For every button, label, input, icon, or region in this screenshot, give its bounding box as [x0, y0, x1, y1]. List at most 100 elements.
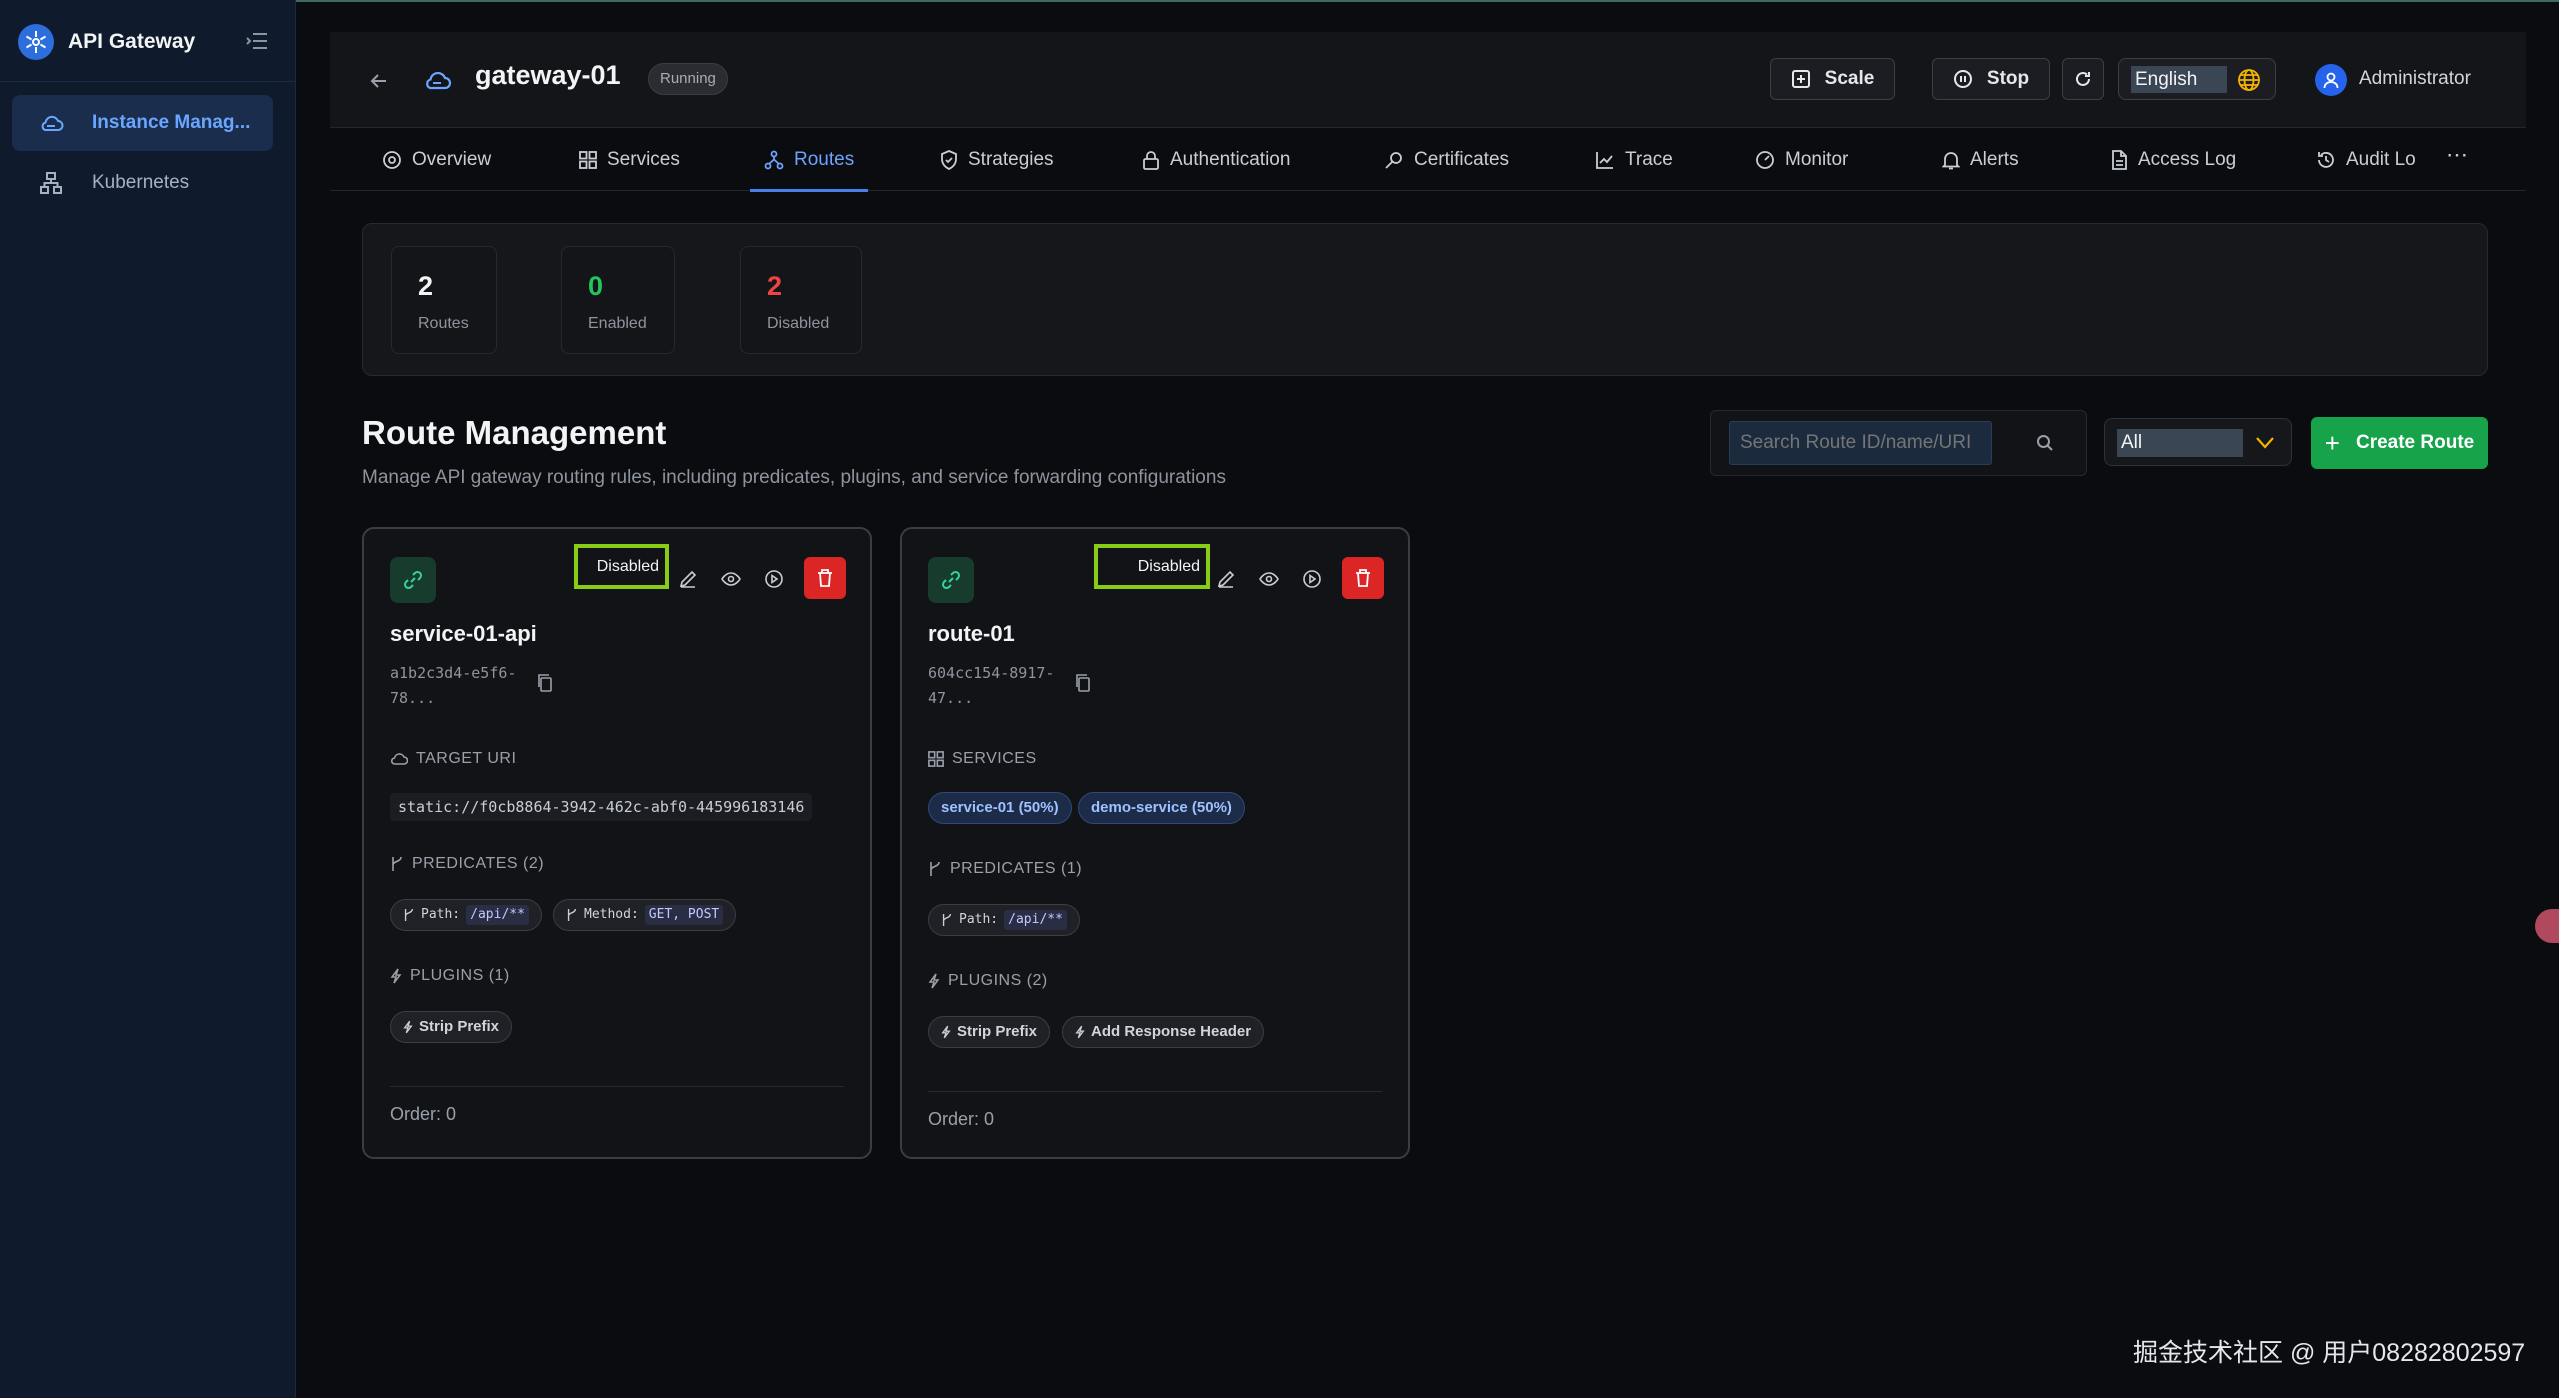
- tab-alerts[interactable]: Alerts: [1942, 128, 2019, 191]
- tab-routes[interactable]: Routes: [749, 128, 869, 192]
- create-route-button[interactable]: + Create Route: [2311, 417, 2488, 469]
- service-chip: demo-service (50%): [1078, 792, 1245, 824]
- refresh-button[interactable]: [2062, 58, 2104, 100]
- tab-access-log[interactable]: Access Log: [2110, 128, 2236, 191]
- status-badge: Running: [648, 63, 728, 95]
- route-link-icon: [928, 557, 974, 603]
- stat-enabled: 0 Enabled: [561, 246, 675, 354]
- play-icon[interactable]: [1302, 569, 1324, 591]
- copy-icon[interactable]: [536, 673, 556, 693]
- edit-icon[interactable]: [678, 569, 700, 591]
- stop-label: Stop: [1986, 68, 2030, 89]
- search-input[interactable]: [1729, 421, 1992, 465]
- predicate-key: Path:: [959, 912, 999, 927]
- sidebar-item-label: Kubernetes: [92, 172, 190, 193]
- branch-icon: [942, 913, 952, 926]
- tab-strategies[interactable]: Strategies: [940, 128, 1054, 191]
- branch-icon: [567, 908, 577, 921]
- tab-trace[interactable]: Trace: [1595, 128, 1673, 191]
- card-divider: [390, 1086, 844, 1087]
- sidebar: API Gateway Instance Manag... Kubernetes: [0, 0, 296, 1398]
- edit-icon[interactable]: [1216, 569, 1238, 591]
- tab-audit-log[interactable]: Audit Log: [2316, 128, 2416, 191]
- target-uri-value: static://f0cb8864-3942-462c-abf0-4459961…: [390, 793, 813, 821]
- predicate-key: Path:: [421, 907, 461, 922]
- search-box: [1710, 410, 2087, 476]
- page-description: Manage API gateway routing rules, includ…: [362, 467, 1226, 488]
- cloud-icon: [390, 753, 408, 765]
- play-icon[interactable]: [764, 569, 786, 591]
- predicate-chip: Path: /api/**: [390, 899, 542, 931]
- plugins-heading: PLUGINS (2): [928, 972, 1048, 990]
- sidebar-item-label: Instance Manag...: [92, 112, 251, 133]
- predicates-heading: PREDICATES (1): [928, 860, 1082, 878]
- pause-icon: [1953, 70, 1972, 88]
- globe-icon: [2237, 68, 2261, 92]
- view-eye-icon[interactable]: [721, 569, 743, 591]
- section-title: PREDICATES (2): [412, 855, 545, 872]
- plugin-chip: Add Response Header: [1062, 1016, 1265, 1048]
- brand[interactable]: API Gateway: [18, 22, 195, 62]
- scale-label: Scale: [1824, 68, 1875, 89]
- sidebar-item-kubernetes[interactable]: Kubernetes: [12, 155, 273, 211]
- language-selector[interactable]: English: [2118, 58, 2276, 100]
- predicate-value: GET, POST: [644, 905, 724, 925]
- plus-icon: +: [2324, 427, 2340, 458]
- route-name: service-01-api: [390, 621, 537, 646]
- scale-icon: [1791, 70, 1810, 88]
- stop-button[interactable]: Stop: [1932, 58, 2050, 100]
- route-id-line: 78...: [390, 689, 436, 707]
- delete-button[interactable]: [1342, 557, 1384, 599]
- plugin-label: Add Response Header: [1091, 1023, 1252, 1040]
- status-filter-select[interactable]: All: [2104, 418, 2292, 466]
- status-highlight-box: Disabled: [1094, 544, 1210, 589]
- sidebar-collapse-icon[interactable]: [244, 28, 270, 54]
- stats-panel: 2 Routes 0 Enabled 2 Disabled: [362, 223, 2488, 376]
- status-badge: Disabled: [596, 558, 659, 575]
- stat-value: 2: [418, 271, 434, 301]
- target-uri-heading: TARGET URI: [390, 750, 516, 768]
- route-card: Disabled route-01 604cc154-8917- 47... S…: [900, 527, 1410, 1159]
- tab-authentication[interactable]: Authentication: [1142, 128, 1290, 191]
- trash-icon: [818, 569, 832, 587]
- view-eye-icon[interactable]: [1259, 569, 1281, 591]
- lightning-icon: [941, 1025, 951, 1039]
- route-id: 604cc154-8917- 47...: [928, 661, 1068, 711]
- user-name[interactable]: Administrator: [2359, 68, 2471, 90]
- route-card: Disabled service-01-api a1b2c3d4-e5f6- 7…: [362, 527, 872, 1159]
- section-title: TARGET URI: [416, 750, 517, 767]
- route-icon: [764, 150, 784, 169]
- tab-label: Alerts: [1970, 148, 2019, 170]
- branch-icon: [930, 861, 940, 876]
- gauge-icon: [1756, 150, 1774, 169]
- tab-overview[interactable]: Overview: [382, 128, 491, 191]
- avatar[interactable]: [2315, 64, 2347, 96]
- route-id-line: 604cc154-8917-: [928, 664, 1055, 682]
- route-name: route-01: [928, 621, 1015, 646]
- predicate-chip: Method: GET, POST: [553, 899, 737, 931]
- stat-disabled: 2 Disabled: [740, 246, 862, 354]
- tab-monitor[interactable]: Monitor: [1755, 128, 1848, 191]
- shield-icon: [941, 149, 957, 170]
- app-title: API Gateway: [68, 30, 196, 53]
- delete-button[interactable]: [804, 557, 846, 599]
- floating-assistant-tab[interactable]: [2535, 909, 2559, 943]
- bell-icon: [1942, 151, 1960, 169]
- file-icon: [2112, 149, 2127, 170]
- back-arrow-icon[interactable]: [366, 68, 392, 94]
- more-tabs-icon[interactable]: ⋯: [2446, 144, 2472, 168]
- sidebar-item-instance-management[interactable]: Instance Manag...: [12, 95, 273, 151]
- copy-icon[interactable]: [1074, 673, 1094, 693]
- tab-label: Strategies: [968, 148, 1054, 170]
- stat-value: 2: [767, 271, 783, 301]
- section-title: PLUGINS (1): [410, 967, 510, 984]
- lightning-icon: [928, 973, 940, 989]
- tab-label: Routes: [794, 148, 855, 170]
- plugin-chip: Strip Prefix: [390, 1011, 513, 1043]
- scale-button[interactable]: Scale: [1770, 58, 1895, 100]
- search-icon[interactable]: [2035, 433, 2057, 455]
- grid-icon: [928, 751, 944, 767]
- tab-services[interactable]: Services: [579, 128, 680, 191]
- tab-label: Audit Log: [2346, 148, 2416, 170]
- tab-certificates[interactable]: Certificates: [1384, 128, 1509, 191]
